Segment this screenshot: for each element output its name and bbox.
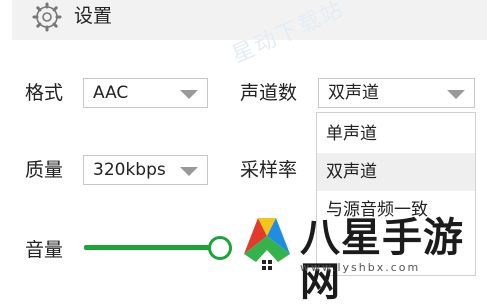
quality-label: 质量 [25,159,64,181]
channels-select[interactable]: 双声道 [318,78,475,108]
gear-icon [32,2,62,32]
settings-title: 设置 [74,5,113,27]
channels-label: 声道数 [240,82,298,104]
format-select[interactable]: AAC [83,78,208,108]
chevron-down-icon [180,90,198,99]
chevron-down-icon [180,167,198,176]
quality-value: 320kbps [93,160,166,180]
volume-slider[interactable] [84,245,212,250]
volume-slider-handle[interactable] [208,236,232,260]
channels-option-mono[interactable]: 单声道 [317,115,475,153]
format-value: AAC [93,83,129,103]
sample-rate-label: 采样率 [240,159,298,181]
site-logo-icon [244,218,290,270]
chevron-down-icon [447,90,465,99]
channels-option-stereo[interactable]: 双声道 [317,153,475,191]
format-label: 格式 [25,82,64,104]
site-logo-url: www.lyshbx.com [300,261,421,274]
channels-value: 双声道 [328,83,379,103]
volume-label: 音量 [25,239,64,261]
quality-select[interactable]: 320kbps [83,155,208,185]
site-logo-text: 八星手游网 [300,215,464,305]
